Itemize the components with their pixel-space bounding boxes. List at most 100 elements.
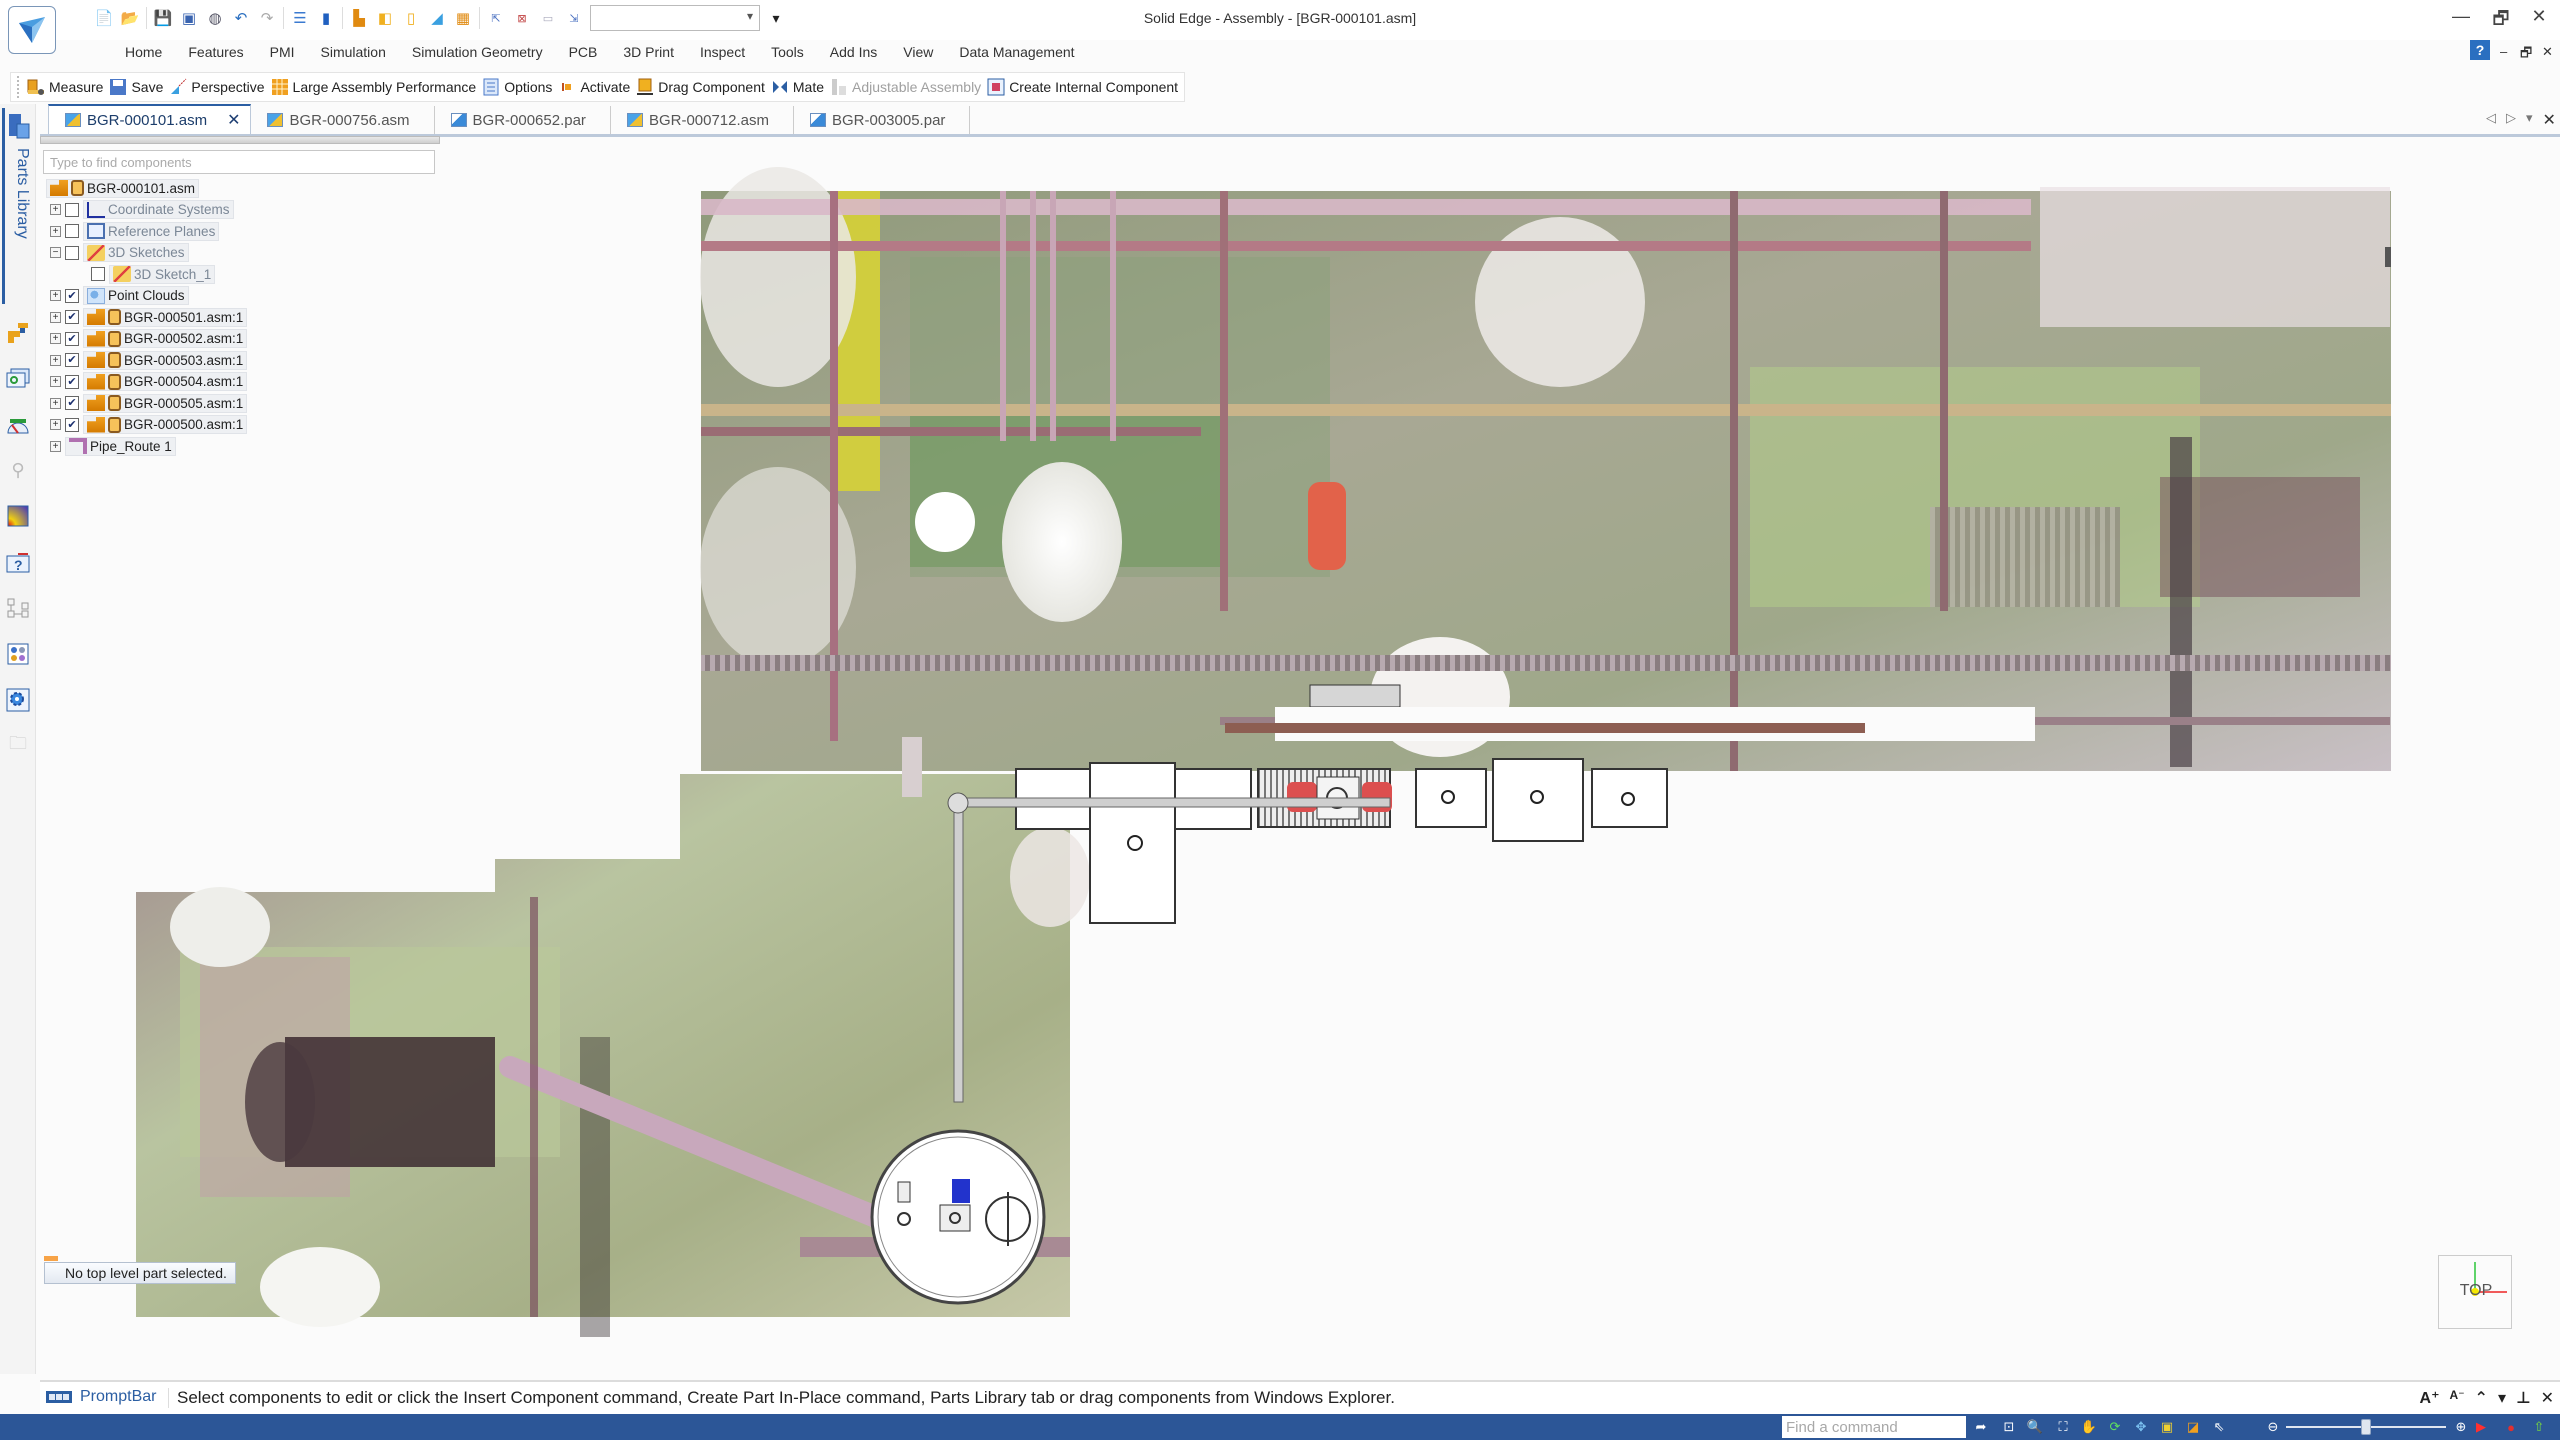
tab-list-dropdown-icon[interactable]: ▾ [2526, 110, 2533, 130]
find-components-input[interactable] [43, 150, 435, 174]
document-tab[interactable]: BGR-000712.asm [611, 106, 794, 134]
tree-node[interactable]: BGR-000504.asm:1 [83, 372, 248, 391]
close-document-icon[interactable]: ✕ [227, 110, 240, 130]
new-document-icon[interactable]: 📄 [94, 8, 114, 28]
tree-node[interactable]: BGR-000502.asm:1 [83, 329, 248, 348]
root-assembly-node[interactable]: BGR-000101.asm [46, 178, 200, 198]
view-orientation-icon[interactable]: ◪ [2184, 1418, 2202, 1436]
command-bar-grip[interactable] [17, 76, 21, 98]
visibility-checkbox[interactable]: ✔ [65, 288, 79, 303]
expand-node-icon[interactable]: + [50, 376, 61, 387]
parts-library-tab[interactable]: Parts Library [2, 108, 32, 304]
document-tab[interactable]: BGR-000756.asm [251, 106, 435, 134]
spin-icon[interactable]: ✥ [2132, 1418, 2150, 1436]
document-tab[interactable]: BGR-000101.asm ✕ [48, 104, 252, 134]
tree-node[interactable]: Reference Planes [83, 221, 220, 241]
save-as-icon[interactable]: 💾 [153, 8, 173, 28]
cylinder-icon[interactable]: ▯ [401, 8, 421, 28]
options-command[interactable]: Options [482, 78, 552, 96]
close-button[interactable]: ✕ [2524, 6, 2554, 27]
perspective-icon[interactable]: ◢ [427, 8, 447, 28]
record-icon[interactable]: ● [2502, 1418, 2520, 1436]
tree-node[interactable]: 3D Sketches [83, 243, 189, 262]
deselect-icon[interactable]: ⊠ [512, 8, 532, 28]
visibility-checkbox[interactable]: ✔ [65, 417, 79, 432]
tree-node[interactable]: 3D Sketch_1 [109, 264, 216, 284]
ribbon-tab-tools[interactable]: Tools [758, 42, 817, 64]
ribbon-tab-add-ins[interactable]: Add Ins [817, 42, 890, 64]
box-icon[interactable]: ◧ [375, 8, 395, 28]
application-button[interactable] [8, 6, 56, 54]
pin-icon[interactable]: ⊥ [2516, 1388, 2531, 1408]
visibility-checkbox[interactable]: ✔ [65, 331, 79, 346]
dropdown-icon[interactable]: ▾ [2498, 1388, 2506, 1408]
tree-node[interactable]: BGR-000505.asm:1 [83, 393, 248, 413]
zoom-out-icon[interactable]: ⊖ [2264, 1418, 2282, 1436]
zoom-area-icon[interactable]: ⊡ [2000, 1418, 2018, 1436]
tree-root-node[interactable]: BGR-000101.asm [46, 178, 200, 198]
document-restore-button[interactable]: 🗗 [2520, 44, 2532, 66]
pan-icon[interactable]: ✋ [2080, 1418, 2098, 1436]
fit-icon[interactable]: ⛶ [2054, 1418, 2072, 1436]
configuration-icon[interactable] [6, 688, 30, 712]
visibility-checkbox[interactable] [65, 245, 79, 260]
visibility-checkbox[interactable]: ✔ [65, 396, 79, 410]
relationships-icon[interactable] [6, 596, 30, 620]
save-command[interactable]: Save [109, 78, 163, 96]
minimize-button[interactable]: — [2446, 6, 2476, 27]
expand-node-icon[interactable]: + [50, 311, 61, 323]
ribbon-tab-view[interactable]: View [890, 42, 946, 64]
tank-top-view[interactable] [870, 1129, 1046, 1305]
find-command-input[interactable] [1782, 1416, 1966, 1438]
part-icon[interactable]: ▙ [349, 8, 369, 28]
tree-node[interactable]: BGR-000503.asm:1 [83, 350, 248, 370]
visibility-checkbox[interactable]: ✔ [65, 374, 79, 389]
zoom-slider[interactable] [2286, 1419, 2446, 1435]
close-tab-icon[interactable]: ✕ [2543, 110, 2556, 130]
collapse-node-icon[interactable]: − [50, 247, 61, 258]
create-internal-component-command[interactable]: Create Internal Component [987, 78, 1178, 96]
ribbon-tab-features[interactable]: Features [175, 42, 256, 64]
ribbon-tab-inspect[interactable]: Inspect [687, 42, 758, 64]
redo-icon[interactable]: ↷ [257, 8, 277, 28]
grid-icon[interactable]: ▦ [453, 8, 473, 28]
show-icon[interactable]: ⇲ [564, 8, 584, 28]
components-icon[interactable] [6, 642, 30, 666]
document-tab[interactable]: BGR-003005.par [794, 106, 971, 134]
visibility-checkbox[interactable]: ✔ [65, 353, 79, 367]
upload-icon[interactable]: ⇧ [2530, 1418, 2548, 1436]
visibility-checkbox[interactable] [91, 267, 105, 281]
tree-node[interactable]: BGR-000500.asm:1 [83, 415, 248, 434]
zoom-icon[interactable]: 🔍 [2026, 1418, 2044, 1436]
measure-command[interactable]: Measure [27, 78, 103, 96]
expand-node-icon[interactable]: + [50, 290, 61, 301]
qat-combo-box[interactable] [590, 5, 760, 31]
select-tool-icon[interactable]: ⇖ [2210, 1418, 2228, 1436]
expand-node-icon[interactable]: + [50, 397, 61, 409]
expand-node-icon[interactable]: + [50, 419, 61, 430]
sensors-icon[interactable] [6, 412, 30, 436]
ribbon-tab-home[interactable]: Home [112, 42, 175, 64]
print-icon[interactable]: ◍ [205, 8, 225, 28]
visibility-checkbox[interactable] [65, 224, 79, 238]
tree-node[interactable]: BGR-000501.asm:1 [83, 307, 248, 327]
ribbon-tab-pmi[interactable]: PMI [257, 42, 308, 64]
restore-button[interactable]: 🗗 [2486, 6, 2516, 36]
expand-node-icon[interactable]: + [50, 440, 61, 452]
view-orientation-triad[interactable]: TOP [2438, 1255, 2512, 1329]
expand-node-icon[interactable]: + [50, 204, 61, 215]
sketch-view-icon[interactable]: ▣ [2158, 1418, 2176, 1436]
notebook-icon[interactable]: ▮ [316, 8, 336, 28]
properties-icon[interactable]: ☰ [290, 8, 310, 28]
activate-command[interactable]: Activate [558, 78, 630, 96]
perspective-command[interactable]: Perspective [169, 78, 265, 96]
ribbon-tab-data-management[interactable]: Data Management [946, 42, 1087, 64]
layers-icon[interactable] [6, 366, 30, 390]
tree-node[interactable]: Point Clouds [83, 286, 189, 305]
zoom-slider-thumb[interactable] [2361, 1419, 2371, 1435]
customize-qat-icon[interactable]: ▾ [766, 8, 786, 28]
expand-node-icon[interactable]: + [50, 225, 61, 237]
folder-icon[interactable]: 🗀 [6, 733, 30, 758]
link-icon[interactable]: ⚲ [6, 458, 30, 482]
collapse-icon[interactable]: ⌃ [2475, 1388, 2488, 1408]
